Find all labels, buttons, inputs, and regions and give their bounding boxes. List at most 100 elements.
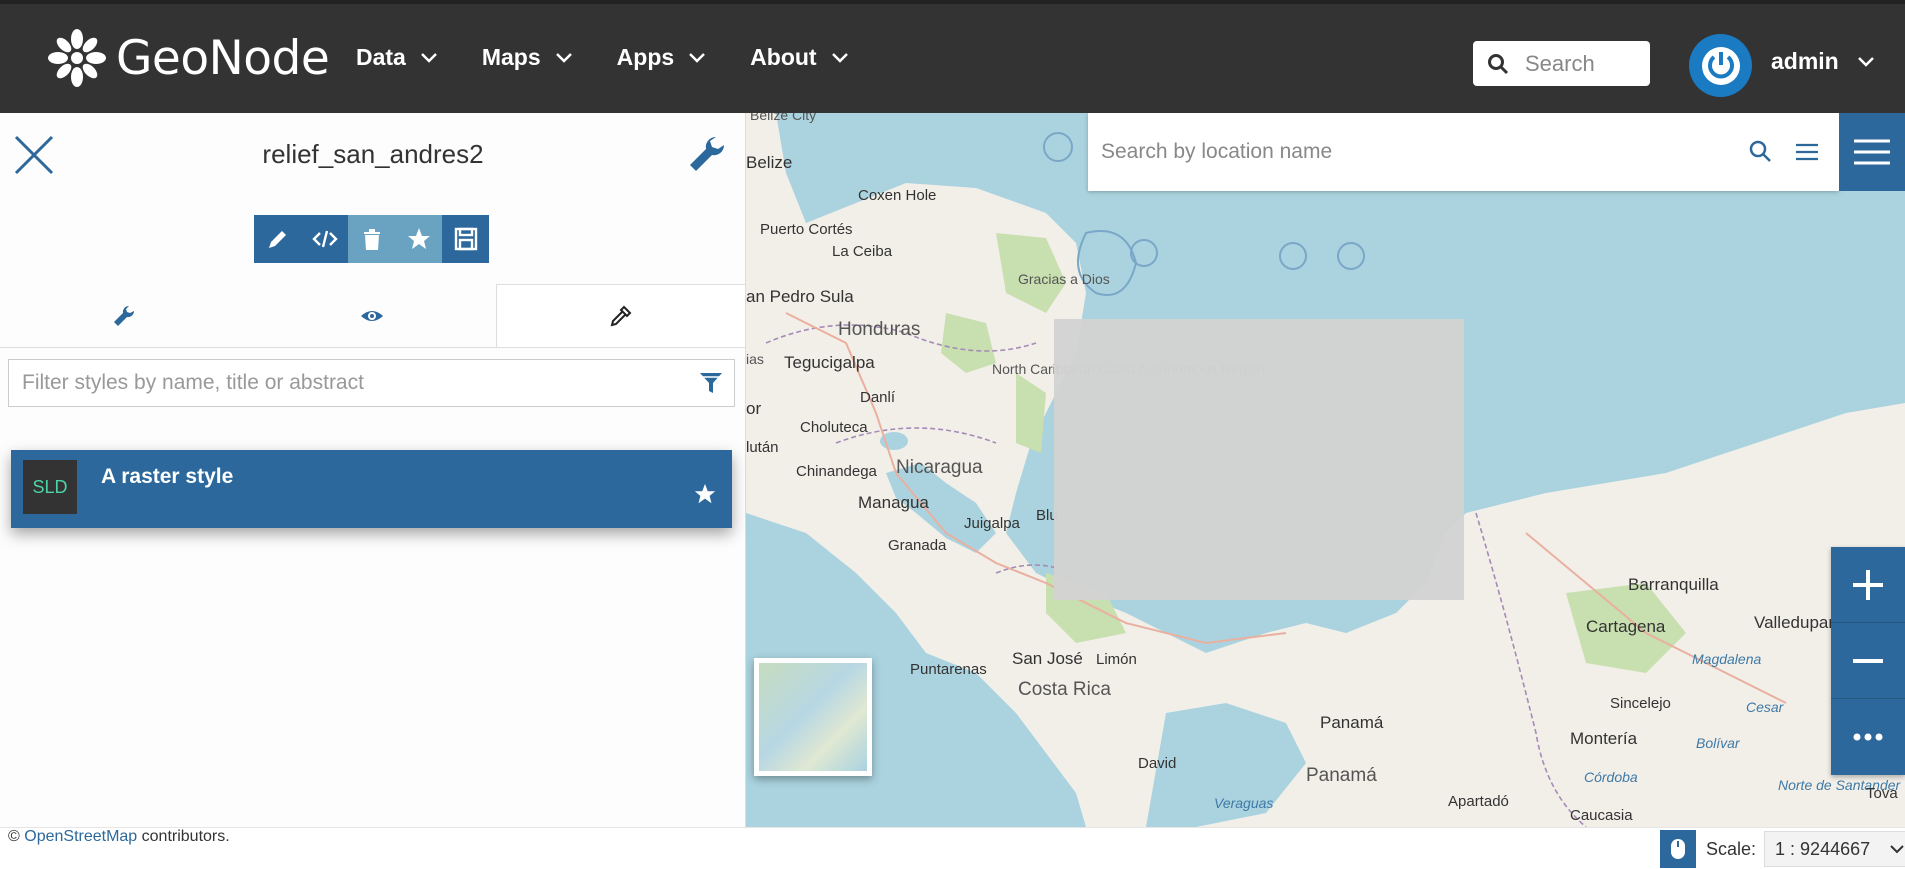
style-name: A raster style	[101, 465, 234, 488]
nav-about-label: About	[750, 44, 817, 70]
map-label-veraguas: Veraguas	[1214, 795, 1274, 811]
map-label-monteria: Montería	[1570, 729, 1638, 748]
map-footer	[0, 827, 1905, 869]
panel-title: relief_san_andres2	[262, 139, 484, 169]
more-tools-button[interactable]	[1831, 699, 1905, 775]
scale-select[interactable]: 1 : 9244667	[1764, 831, 1905, 867]
nav-apps-label: Apps	[616, 44, 675, 70]
style-filter-input[interactable]: Filter styles by name, title or abstract	[8, 359, 735, 407]
tab-general-settings[interactable]	[0, 284, 248, 347]
trash-icon	[363, 229, 380, 250]
chevron-down-icon	[555, 52, 572, 63]
map-label-lutan: lután	[746, 439, 779, 456]
map-label-panama-city: Panamá	[1320, 713, 1384, 732]
chevron-down-icon	[420, 52, 437, 63]
search-icon[interactable]	[1747, 138, 1775, 166]
panel-tabs	[0, 284, 746, 348]
more-icon	[1853, 733, 1883, 741]
eye-icon	[361, 310, 383, 321]
nav-maps[interactable]: Maps	[482, 44, 573, 71]
style-item-raster[interactable]: SLD A raster style	[11, 450, 732, 528]
map-label-cartagena: Cartagena	[1586, 617, 1666, 636]
star-icon	[407, 228, 430, 249]
list-icon[interactable]	[1793, 138, 1821, 166]
map-label-cesar: Cesar	[1746, 699, 1784, 715]
chevron-down-icon	[1857, 56, 1874, 67]
map-label-managua: Managua	[858, 493, 929, 512]
wrench-icon	[690, 136, 725, 171]
map-label-cordoba: Córdoba	[1584, 769, 1638, 785]
map-label-la-ceiba: La Ceiba	[832, 243, 893, 260]
attribution-suffix: contributors.	[141, 828, 230, 845]
user-avatar[interactable]	[1689, 34, 1752, 97]
map-label-tegucigalpa: Tegucigalpa	[784, 353, 875, 372]
flower-logo-icon	[48, 29, 106, 87]
map-menu-button[interactable]	[1839, 113, 1905, 191]
favorite-button[interactable]	[395, 215, 442, 263]
code-icon	[311, 230, 338, 248]
location-search-input[interactable]: Search by location name	[1088, 113, 1839, 191]
map-label-san-pedro-sula: an Pedro Sula	[746, 287, 854, 306]
map-label-bolivar: Bolívar	[1696, 735, 1740, 751]
delete-button[interactable]	[348, 215, 395, 263]
map-label-granada: Granada	[888, 537, 947, 554]
main-menu: Data Maps Apps About	[356, 44, 849, 71]
map-viewport[interactable]: Belize City Belize Coxen Hole Puerto Cor…	[746, 113, 1905, 827]
star-icon[interactable]	[693, 482, 717, 506]
map-label-barranquilla: Barranquilla	[1628, 575, 1719, 594]
nav-maps-label: Maps	[481, 44, 541, 70]
logo-text: GeoNode	[116, 30, 330, 86]
map-label-coxen-hole: Coxen Hole	[858, 187, 937, 204]
nav-about[interactable]: About	[750, 44, 848, 71]
map-label-ias: ias	[746, 351, 764, 367]
edit-button[interactable]	[254, 215, 301, 263]
raster-layer-relief	[1054, 319, 1464, 600]
attribution-prefix: ©	[8, 828, 20, 845]
map-label-apartado: Apartadó	[1448, 793, 1509, 810]
scale-box: Scale: 1 : 9244667	[1660, 830, 1905, 868]
save-button[interactable]	[442, 215, 489, 263]
eyedropper-icon	[610, 305, 632, 327]
map-label-limon: Limón	[1096, 651, 1137, 668]
zoom-controls	[1831, 547, 1905, 775]
search-icon	[1488, 53, 1509, 74]
openstreetmap-link[interactable]: OpenStreetMap	[24, 828, 137, 845]
wrench-icon	[114, 305, 135, 326]
map-label-david: David	[1138, 755, 1177, 772]
mouse-icon	[1671, 839, 1685, 859]
map-label-costa-rica: Costa Rica	[1018, 679, 1111, 700]
map-label-danli: Danlí	[860, 389, 896, 406]
sld-badge: SLD	[23, 460, 77, 514]
zoom-in-button[interactable]	[1831, 547, 1905, 623]
geonode-logo[interactable]: GeoNode	[46, 26, 330, 90]
nav-data[interactable]: Data	[356, 44, 438, 71]
map-label-gracias-a-dios: Gracias a Dios	[1018, 271, 1110, 287]
power-icon	[1701, 46, 1740, 85]
user-menu[interactable]: admin	[1771, 48, 1875, 75]
style-filter-placeholder: Filter styles by name, title or abstract	[22, 371, 364, 394]
map-label-panama: Panamá	[1306, 765, 1377, 786]
top-navbar: GeoNode Data Maps Apps About Search admi…	[0, 0, 1905, 113]
panel-toolbar	[254, 215, 489, 263]
tab-display[interactable]	[248, 284, 496, 347]
user-name: admin	[1771, 48, 1839, 74]
map-label-caucasia: Caucasia	[1570, 807, 1633, 824]
thumbnail-image	[759, 663, 867, 771]
mouse-position-button[interactable]	[1660, 830, 1696, 868]
menu-icon	[1854, 139, 1890, 165]
nav-apps[interactable]: Apps	[617, 44, 707, 71]
zoom-out-button[interactable]	[1831, 623, 1905, 699]
code-button[interactable]	[301, 215, 348, 263]
map-label-sincelejo: Sincelejo	[1610, 695, 1671, 712]
chevron-down-icon	[689, 52, 706, 63]
background-selector-thumbnail[interactable]	[754, 658, 872, 776]
global-search-input[interactable]: Search	[1473, 41, 1650, 86]
edit-icon	[268, 231, 286, 248]
scale-label: Scale:	[1706, 838, 1757, 859]
map-label-tovar: Tova	[1866, 785, 1898, 802]
location-search-placeholder: Search by location name	[1101, 140, 1333, 163]
map-label-juigalpa: Juigalpa	[964, 515, 1020, 532]
tab-style[interactable]	[496, 284, 746, 347]
global-search-placeholder: Search	[1525, 50, 1595, 76]
map-label-san-jose: San José	[1012, 649, 1083, 668]
